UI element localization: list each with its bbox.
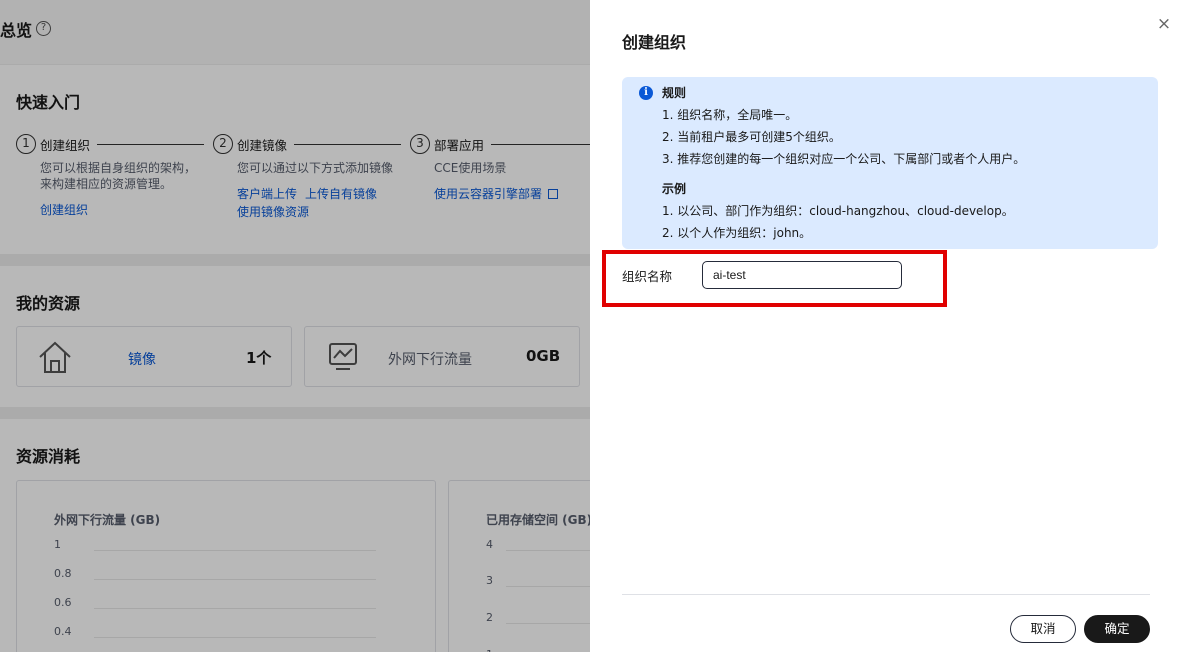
example-line: 2. 以个人作为组织：john。 <box>662 226 812 240</box>
confirm-button[interactable]: 确定 <box>1084 615 1150 643</box>
rules-heading: 规则 <box>662 86 687 100</box>
info-icon: i <box>639 86 653 100</box>
drawer-title: 创建组织 <box>622 33 687 52</box>
rules-info-box: i 规则 1. 组织名称，全局唯一。 2. 当前租户最多可创建5个组织。 3. … <box>622 77 1158 249</box>
rule-line: 1. 组织名称，全局唯一。 <box>662 108 798 122</box>
highlight-box <box>602 250 947 307</box>
footer-divider <box>622 594 1150 595</box>
create-organization-drawer: 创建组织 × i 规则 1. 组织名称，全局唯一。 2. 当前租户最多可创建5个… <box>590 0 1184 652</box>
close-icon[interactable]: × <box>1154 14 1174 34</box>
modal-backdrop[interactable] <box>0 0 590 652</box>
rule-line: 2. 当前租户最多可创建5个组织。 <box>662 130 841 144</box>
example-heading: 示例 <box>662 182 687 196</box>
cancel-button[interactable]: 取消 <box>1010 615 1076 643</box>
example-line: 1. 以公司、部门作为组织：cloud-hangzhou、cloud-devel… <box>662 204 1014 218</box>
rule-line: 3. 推荐您创建的每一个组织对应一个公司、下属部门或者个人用户。 <box>662 152 1026 166</box>
